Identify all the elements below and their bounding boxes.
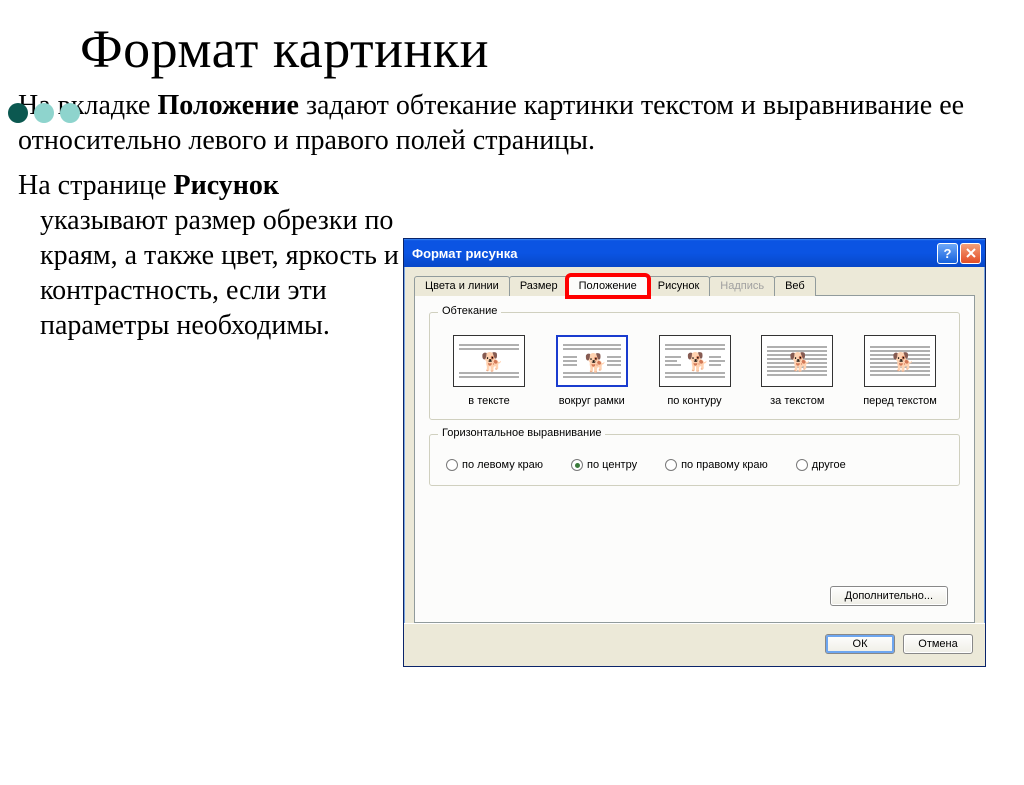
radio-label-center: по центру bbox=[587, 459, 637, 471]
format-picture-dialog: Формат рисунка ? Цвета и линии Размер По… bbox=[403, 238, 986, 667]
dialog-titlebar[interactable]: Формат рисунка ? bbox=[404, 239, 985, 267]
tab-picture[interactable]: Рисунок bbox=[647, 276, 711, 296]
wrap-thumb-tight: 🐕 bbox=[659, 335, 731, 387]
tabs-row: Цвета и линии Размер Положение Рисунок Н… bbox=[404, 267, 985, 295]
dialog-title: Формат рисунка bbox=[412, 246, 517, 261]
wrap-thumb-square: 🐕 bbox=[556, 335, 628, 387]
cancel-button[interactable]: Отмена bbox=[903, 634, 973, 654]
group-wrapping-label: Обтекание bbox=[438, 305, 501, 317]
paragraph-2: На странице Рисунок указывают размер обр… bbox=[18, 168, 418, 343]
radio-align-right[interactable]: по правому краю bbox=[665, 459, 768, 471]
radio-label-left: по левому краю bbox=[462, 459, 543, 471]
group-horizontal-alignment: Горизонтальное выравнивание по левому кр… bbox=[429, 434, 960, 486]
group-wrapping: Обтекание 🐕 в тексте bbox=[429, 312, 960, 420]
wrap-thumb-behind: 🐕 bbox=[761, 335, 833, 387]
close-button[interactable] bbox=[960, 243, 981, 264]
close-icon bbox=[966, 248, 976, 258]
dog-icon: 🐕 bbox=[585, 354, 607, 372]
advanced-button[interactable]: Дополнительно... bbox=[830, 586, 948, 606]
help-button[interactable]: ? bbox=[937, 243, 958, 264]
para2-pre: На странице bbox=[18, 170, 173, 201]
paragraph-1: На вкладке Положение задают обтекание ка… bbox=[18, 88, 1006, 158]
tab-position[interactable]: Положение bbox=[568, 276, 648, 296]
wrap-label-inline: в тексте bbox=[444, 395, 534, 407]
ok-button[interactable]: ОК bbox=[825, 634, 895, 654]
radio-label-other: другое bbox=[812, 459, 846, 471]
decorative-dots bbox=[8, 103, 86, 128]
wrap-label-front: перед текстом bbox=[855, 395, 945, 407]
dog-icon: 🐕 bbox=[892, 353, 914, 371]
radio-icon bbox=[446, 459, 458, 471]
tab-colors-lines[interactable]: Цвета и линии bbox=[414, 276, 510, 296]
dog-icon: 🐕 bbox=[687, 353, 709, 371]
wrap-label-tight: по контуру bbox=[650, 395, 740, 407]
group-halign-label: Горизонтальное выравнивание bbox=[438, 427, 605, 439]
para2-bold: Рисунок bbox=[173, 170, 279, 201]
tab-panel-position: Обтекание 🐕 в тексте bbox=[414, 295, 975, 623]
wrap-option-tight[interactable]: 🐕 по контуру bbox=[650, 335, 740, 407]
wrap-thumb-front: 🐕 bbox=[864, 335, 936, 387]
para1-bold: Положение bbox=[157, 90, 298, 121]
radio-icon bbox=[665, 459, 677, 471]
wrap-label-behind: за текстом bbox=[752, 395, 842, 407]
wrap-label-square: вокруг рамки bbox=[547, 395, 637, 407]
radio-label-right: по правому краю bbox=[681, 459, 768, 471]
radio-icon bbox=[571, 459, 583, 471]
wrap-option-inline[interactable]: 🐕 в тексте bbox=[444, 335, 534, 407]
wrap-option-square[interactable]: 🐕 вокруг рамки bbox=[547, 335, 637, 407]
radio-align-other[interactable]: другое bbox=[796, 459, 846, 471]
tab-web[interactable]: Веб bbox=[774, 276, 816, 296]
dog-icon: 🐕 bbox=[481, 353, 503, 371]
para2-post: указывают размер обрезки по краям, а так… bbox=[18, 203, 418, 343]
dialog-bottom-buttons: ОК Отмена bbox=[404, 623, 985, 666]
radio-icon bbox=[796, 459, 808, 471]
tab-size[interactable]: Размер bbox=[509, 276, 569, 296]
wrap-options: 🐕 в тексте 🐕 bbox=[440, 331, 949, 407]
dog-icon: 🐕 bbox=[789, 353, 811, 371]
tab-textbox: Надпись bbox=[709, 276, 775, 296]
wrap-option-behind[interactable]: 🐕 за текстом bbox=[752, 335, 842, 407]
slide-title: Формат картинки bbox=[80, 18, 1024, 80]
radio-align-left[interactable]: по левому краю bbox=[446, 459, 543, 471]
radio-align-center[interactable]: по центру bbox=[571, 459, 637, 471]
halign-radio-row: по левому краю по центру по правому краю… bbox=[440, 453, 949, 473]
wrap-thumb-inline: 🐕 bbox=[453, 335, 525, 387]
wrap-option-front[interactable]: 🐕 перед текстом bbox=[855, 335, 945, 407]
